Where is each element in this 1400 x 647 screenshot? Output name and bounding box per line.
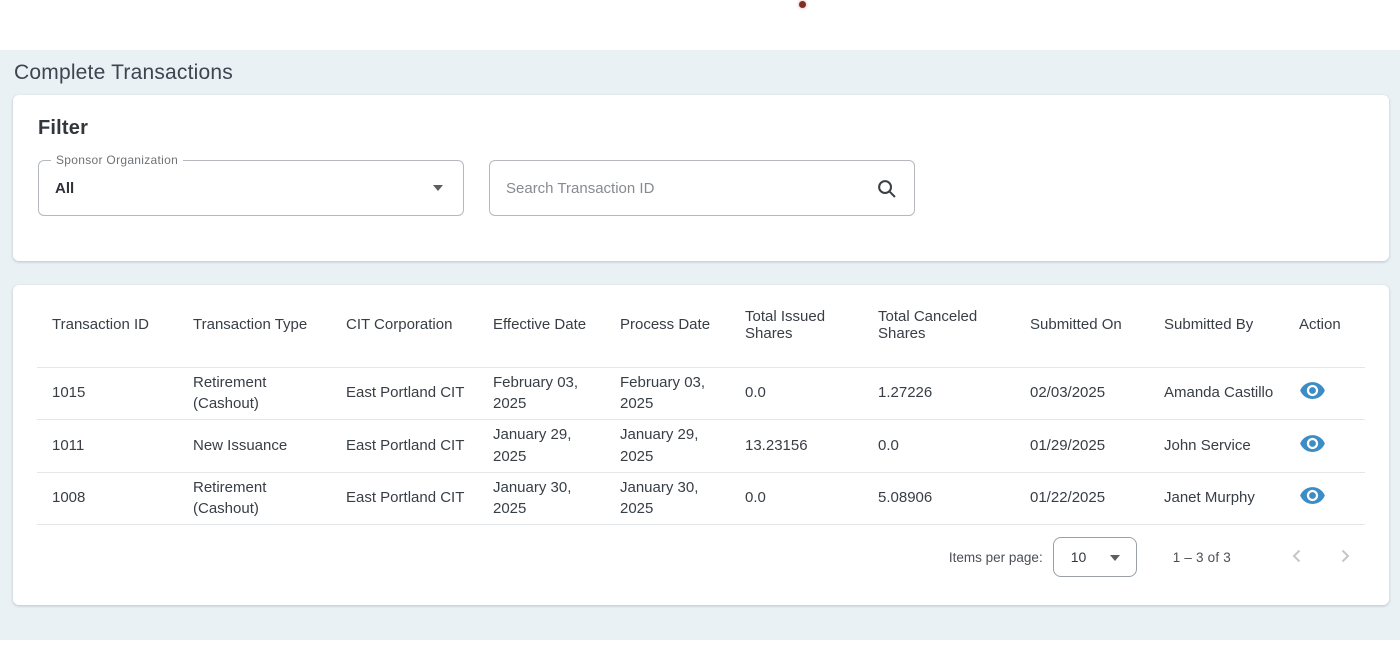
- cell-submitted-by: John Service: [1149, 420, 1284, 473]
- cell-cit-corporation: East Portland CIT: [331, 420, 478, 473]
- page-title: Complete Transactions: [0, 50, 1400, 95]
- cell-total-issued-shares: 0.0: [730, 367, 863, 420]
- cell-transaction-type: Retirement (Cashout): [178, 472, 331, 525]
- cell-submitted-by: Amanda Castillo: [1149, 367, 1284, 420]
- cell-cit-corporation: East Portland CIT: [331, 367, 478, 420]
- cell-transaction-type: Retirement (Cashout): [178, 367, 331, 420]
- view-transaction-button[interactable]: [1299, 482, 1326, 509]
- table-body: 1015 Retirement (Cashout) East Portland …: [37, 367, 1365, 525]
- cell-transaction-id: 1015: [37, 367, 178, 420]
- cell-submitted-by: Janet Murphy: [1149, 472, 1284, 525]
- cell-cit-corporation: East Portland CIT: [331, 472, 478, 525]
- eye-icon: [1299, 497, 1326, 512]
- col-header-submitted-by: Submitted By: [1149, 285, 1284, 367]
- table-row: 1015 Retirement (Cashout) East Portland …: [37, 367, 1365, 420]
- cell-submitted-on: 01/22/2025: [1015, 472, 1149, 525]
- cell-process-date: February 03, 2025: [605, 367, 730, 420]
- cell-total-canceled-shares: 1.27226: [863, 367, 1015, 420]
- search-transaction-id-input[interactable]: [490, 161, 850, 215]
- page-background: Complete Transactions Filter Sponsor Org…: [0, 50, 1400, 640]
- page-size-select[interactable]: 10: [1053, 537, 1137, 577]
- view-transaction-button[interactable]: [1299, 430, 1326, 457]
- col-header-transaction-type: Transaction Type: [178, 285, 331, 367]
- cell-transaction-id: 1008: [37, 472, 178, 525]
- filter-heading: Filter: [38, 117, 1364, 140]
- cell-submitted-on: 02/03/2025: [1015, 367, 1149, 420]
- cell-transaction-type: New Issuance: [178, 420, 331, 473]
- paginator: Items per page: 10 1 – 3 of 3: [37, 527, 1365, 587]
- col-header-cit-corporation: CIT Corporation: [331, 285, 478, 367]
- page-size-value: 10: [1054, 549, 1087, 565]
- recording-indicator-dot: [799, 1, 806, 8]
- previous-page-button[interactable]: [1277, 537, 1317, 577]
- filter-card: Filter Sponsor Organization All: [13, 95, 1389, 261]
- cell-effective-date: January 30, 2025: [478, 472, 605, 525]
- cell-action: [1284, 367, 1365, 420]
- sponsor-organization-label: Sponsor Organization: [51, 153, 183, 167]
- chevron-left-icon: [1285, 544, 1309, 571]
- col-header-effective-date: Effective Date: [478, 285, 605, 367]
- search-field-container: [489, 160, 915, 216]
- cell-action: [1284, 420, 1365, 473]
- cell-submitted-on: 01/29/2025: [1015, 420, 1149, 473]
- table-header-row: Transaction ID Transaction Type CIT Corp…: [37, 285, 1365, 367]
- cell-action: [1284, 472, 1365, 525]
- sponsor-organization-value: All: [39, 180, 74, 197]
- col-header-total-canceled-shares: Total Canceled Shares: [863, 285, 1015, 367]
- eye-icon: [1299, 392, 1326, 407]
- transactions-table-card: Transaction ID Transaction Type CIT Corp…: [13, 285, 1389, 605]
- eye-icon: [1299, 445, 1326, 460]
- table-row: 1011 New Issuance East Portland CIT Janu…: [37, 420, 1365, 473]
- cell-total-canceled-shares: 0.0: [863, 420, 1015, 473]
- chevron-right-icon: [1333, 544, 1357, 571]
- search-icon[interactable]: [875, 177, 898, 205]
- items-per-page-label: Items per page:: [949, 550, 1043, 565]
- col-header-submitted-on: Submitted On: [1015, 285, 1149, 367]
- cell-transaction-id: 1011: [37, 420, 178, 473]
- cell-process-date: January 29, 2025: [605, 420, 730, 473]
- cell-total-issued-shares: 13.23156: [730, 420, 863, 473]
- col-header-total-issued-shares: Total Issued Shares: [730, 285, 863, 367]
- cell-total-canceled-shares: 5.08906: [863, 472, 1015, 525]
- col-header-process-date: Process Date: [605, 285, 730, 367]
- col-header-action: Action: [1284, 285, 1365, 367]
- cell-total-issued-shares: 0.0: [730, 472, 863, 525]
- chevron-down-icon: [433, 185, 443, 191]
- transactions-table: Transaction ID Transaction Type CIT Corp…: [37, 285, 1365, 525]
- next-page-button[interactable]: [1325, 537, 1365, 577]
- cell-effective-date: January 29, 2025: [478, 420, 605, 473]
- cell-process-date: January 30, 2025: [605, 472, 730, 525]
- col-header-transaction-id: Transaction ID: [37, 285, 178, 367]
- table-row: 1008 Retirement (Cashout) East Portland …: [37, 472, 1365, 525]
- sponsor-organization-select[interactable]: Sponsor Organization All: [38, 160, 464, 216]
- page-range-label: 1 – 3 of 3: [1173, 550, 1231, 565]
- chevron-down-icon: [1110, 555, 1120, 561]
- cell-effective-date: February 03, 2025: [478, 367, 605, 420]
- view-transaction-button[interactable]: [1299, 377, 1326, 404]
